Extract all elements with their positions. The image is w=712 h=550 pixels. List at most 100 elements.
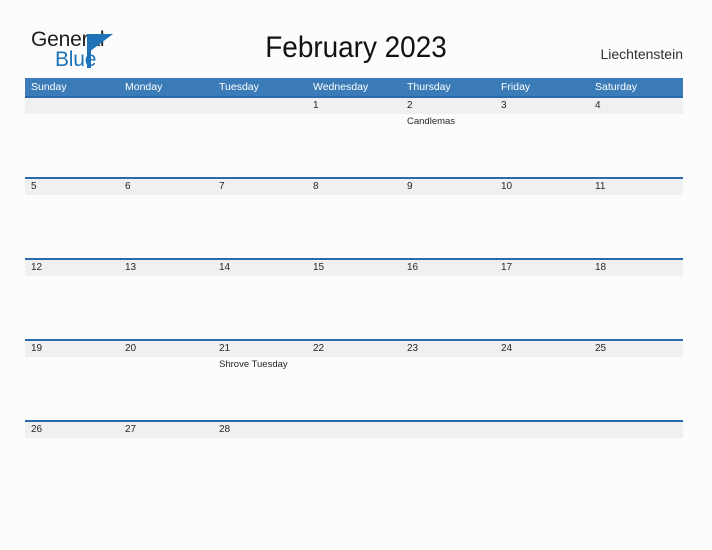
calendar-day-cell[interactable]: 17 (495, 260, 589, 339)
day-number-band (307, 98, 401, 114)
day-number: 24 (501, 343, 513, 354)
calendar-week-row: 12 13 14 15 16 17 18 (25, 258, 683, 339)
calendar-day-cell[interactable]: 3 (495, 98, 589, 177)
day-number: 14 (219, 262, 231, 273)
day-number-band (119, 98, 213, 114)
week-cells: 19 20 21 Shrove Tuesday 22 23 24 25 (25, 341, 683, 420)
day-number-band (25, 179, 119, 195)
calendar-day-cell[interactable]: 15 (307, 260, 401, 339)
page-header: General Blue February 2023 Liechtenstein (0, 0, 712, 78)
day-number-band (495, 422, 589, 438)
day-number-band (307, 422, 401, 438)
calendar-week-row: 1 2 Candlemas 3 4 (25, 96, 683, 177)
week-cells: 5 6 7 8 9 10 11 (25, 179, 683, 258)
calendar-day-cell[interactable]: 6 (119, 179, 213, 258)
day-number: 9 (407, 181, 413, 192)
week-cells: 26 27 28 (25, 422, 683, 501)
calendar-day-cell[interactable]: 28 (213, 422, 307, 501)
day-number-band (307, 179, 401, 195)
calendar-day-cell-empty (213, 98, 307, 177)
day-number: 10 (501, 181, 513, 192)
calendar-day-cell[interactable]: 23 (401, 341, 495, 420)
calendar-day-cell[interactable]: 8 (307, 179, 401, 258)
calendar-page: General Blue February 2023 Liechtenstein… (0, 0, 712, 550)
calendar-day-cell[interactable]: 22 (307, 341, 401, 420)
weekday-header-friday: Friday (501, 81, 531, 93)
day-number: 23 (407, 343, 419, 354)
day-number: 13 (125, 262, 137, 273)
day-number: 2 (407, 100, 413, 111)
day-number-band (589, 98, 683, 114)
calendar-day-cell[interactable]: 20 (119, 341, 213, 420)
calendar-day-cell[interactable]: 7 (213, 179, 307, 258)
weekday-header-thursday: Thursday (407, 81, 451, 93)
day-number: 15 (313, 262, 325, 273)
calendar-day-cell[interactable]: 12 (25, 260, 119, 339)
calendar-day-cell[interactable]: 13 (119, 260, 213, 339)
weekday-header-sunday: Sunday (31, 81, 67, 93)
day-number: 7 (219, 181, 225, 192)
calendar-day-cell-empty (495, 422, 589, 501)
holiday-event-label: Shrove Tuesday (219, 359, 288, 370)
calendar-weeks: 1 2 Candlemas 3 4 5 6 7 8 9 10 11 12 13 14 15 16 17 18 19 20… (25, 96, 683, 501)
calendar-day-cell[interactable]: 24 (495, 341, 589, 420)
day-number-band (495, 98, 589, 114)
calendar-day-cell[interactable]: 25 (589, 341, 683, 420)
calendar-day-cell[interactable]: 2 Candlemas (401, 98, 495, 177)
calendar-day-cell[interactable]: 4 (589, 98, 683, 177)
day-number-band (213, 98, 307, 114)
calendar-day-cell[interactable]: 11 (589, 179, 683, 258)
calendar-grid: Sunday Monday Tuesday Wednesday Thursday Frid… (25, 78, 683, 501)
day-number: 11 (595, 181, 606, 192)
calendar-day-cell[interactable]: 9 (401, 179, 495, 258)
day-number-band (25, 98, 119, 114)
weekday-header-wednesday: Wednesday (313, 81, 369, 93)
calendar-day-cell[interactable]: 21 Shrove Tuesday (213, 341, 307, 420)
day-number: 22 (313, 343, 325, 354)
day-number: 28 (219, 424, 231, 435)
calendar-day-cell-empty (25, 98, 119, 177)
calendar-day-cell[interactable]: 5 (25, 179, 119, 258)
day-number-band (213, 179, 307, 195)
weekday-header-monday: Monday (125, 81, 163, 93)
week-cells: 1 2 Candlemas 3 4 (25, 98, 683, 177)
day-number: 27 (125, 424, 137, 435)
calendar-week-row: 5 6 7 8 9 10 11 (25, 177, 683, 258)
holiday-event-label: Candlemas (407, 116, 456, 127)
day-number-band (401, 98, 495, 114)
day-number: 1 (313, 100, 319, 111)
week-cells: 12 13 14 15 16 17 18 (25, 260, 683, 339)
calendar-week-row: 26 27 28 (25, 420, 683, 501)
calendar-week-row: 19 20 21 Shrove Tuesday 22 23 24 25 (25, 339, 683, 420)
calendar-day-cell[interactable]: 18 (589, 260, 683, 339)
day-events: Candlemas (407, 115, 493, 128)
day-number: 6 (125, 181, 131, 192)
weekday-header-row: Sunday Monday Tuesday Wednesday Thursday Frid… (25, 78, 683, 96)
calendar-day-cell-empty (401, 422, 495, 501)
calendar-day-cell-empty (119, 98, 213, 177)
calendar-day-cell[interactable]: 16 (401, 260, 495, 339)
day-number-band (401, 422, 495, 438)
day-number: 25 (595, 343, 607, 354)
day-number-band (119, 179, 213, 195)
day-number: 5 (31, 181, 37, 192)
day-number: 12 (31, 262, 43, 273)
day-number: 26 (31, 424, 43, 435)
calendar-day-cell[interactable]: 27 (119, 422, 213, 501)
day-number: 20 (125, 343, 137, 354)
day-number: 4 (595, 100, 601, 111)
calendar-day-cell[interactable]: 14 (213, 260, 307, 339)
calendar-day-cell[interactable]: 1 (307, 98, 401, 177)
calendar-day-cell[interactable]: 10 (495, 179, 589, 258)
calendar-day-cell[interactable]: 19 (25, 341, 119, 420)
day-number: 8 (313, 181, 319, 192)
calendar-day-cell[interactable]: 26 (25, 422, 119, 501)
day-number: 18 (595, 262, 607, 273)
day-number: 17 (501, 262, 513, 273)
day-number-band (401, 179, 495, 195)
page-title: February 2023 (265, 31, 447, 64)
day-number: 19 (31, 343, 43, 354)
calendar-day-cell-empty (307, 422, 401, 501)
weekday-header-tuesday: Tuesday (219, 81, 259, 93)
day-events: Shrove Tuesday (219, 358, 305, 371)
